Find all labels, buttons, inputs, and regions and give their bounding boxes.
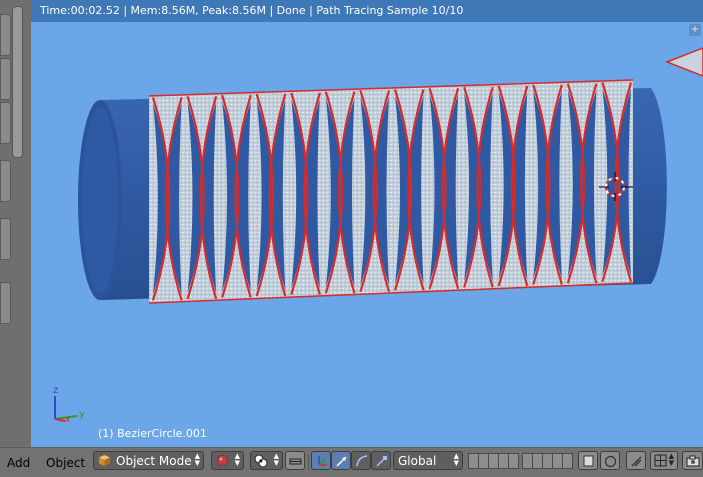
edge-object-fragment xyxy=(664,47,703,77)
cube-icon xyxy=(99,455,110,466)
updown-arrows-icon: ▲ ▼ xyxy=(234,452,240,467)
rotate-manipulator-button[interactable] xyxy=(351,451,371,470)
render-button[interactable] xyxy=(682,451,703,470)
tool-shelf-scrollbar[interactable] xyxy=(12,6,23,158)
orientation-select[interactable]: Global ▲ ▼ xyxy=(393,451,463,470)
tool-shelf-tab[interactable] xyxy=(0,160,11,202)
object-menu[interactable]: Object xyxy=(46,456,85,470)
proportional-edit-button[interactable] xyxy=(600,451,620,470)
fabric-wrap-object xyxy=(148,79,634,304)
tool-shelf-tab[interactable] xyxy=(0,218,11,260)
translate-arrow-button[interactable] xyxy=(331,451,351,470)
axis-z-label: z xyxy=(53,385,58,396)
3d-viewport[interactable]: Time:00:02.52 | Mem:8.56M, Peak:8.56M | … xyxy=(31,0,703,447)
viewport-expand-button[interactable]: + xyxy=(689,24,701,36)
camera-render-icon xyxy=(686,455,700,467)
updown-arrows-icon: ▲ ▼ xyxy=(453,452,459,467)
scale-icon xyxy=(376,456,387,467)
tool-shelf-tab[interactable] xyxy=(0,14,11,56)
axis-x-label: x xyxy=(65,415,71,425)
translate-manipulator-button[interactable] xyxy=(311,451,331,470)
lock-icon xyxy=(583,455,594,467)
manipulator-toggle-button[interactable] xyxy=(285,451,305,470)
scale-manipulator-button[interactable] xyxy=(371,451,391,470)
render-status-bar: Time:00:02.52 | Mem:8.56M, Peak:8.56M | … xyxy=(31,0,703,22)
translate-arrow-icon xyxy=(318,456,327,466)
header-separator xyxy=(308,454,309,470)
updown-arrows-icon: ▲ ▼ xyxy=(194,452,200,467)
updown-arrows-icon: ▲ ▼ xyxy=(273,452,279,467)
viewport-shading-select[interactable]: ▲ ▼ xyxy=(211,451,244,470)
axis-gizmo: z y x xyxy=(53,385,85,425)
proportional-edit-icon xyxy=(604,455,617,468)
translate-arrow-icon xyxy=(336,456,347,467)
sphere-shading-icon xyxy=(217,455,228,466)
mode-label: Object Mode xyxy=(116,454,192,468)
snap-grid-icon xyxy=(654,454,667,467)
rotate-arc-icon xyxy=(356,455,368,467)
tool-shelf-tab[interactable] xyxy=(0,58,11,100)
3d-view-header: Add Object Object Mode ▲ ▼ ▲ ▼ ▲ ▼ Globa… xyxy=(0,447,703,477)
pivot-point-icon xyxy=(254,454,268,468)
render-status-text: Time:00:02.52 | Mem:8.56M, Peak:8.56M | … xyxy=(40,4,464,17)
axis-y-label: y xyxy=(79,409,85,420)
updown-arrows-icon: ▲ ▼ xyxy=(668,452,674,467)
pivot-point-select[interactable]: ▲ ▼ xyxy=(250,451,283,470)
manipulator-toggle-icon xyxy=(289,458,302,465)
orientation-label: Global xyxy=(398,454,437,468)
rendered-scene xyxy=(78,47,703,304)
lock-to-scene-button[interactable] xyxy=(578,451,598,470)
add-menu[interactable]: Add xyxy=(7,456,30,470)
tool-shelf-tab[interactable] xyxy=(0,102,11,144)
mode-select[interactable]: Object Mode ▲ ▼ xyxy=(93,451,204,470)
active-object-label: (1) BezierCircle.001 xyxy=(98,427,207,440)
tool-shelf-tab[interactable] xyxy=(0,282,11,324)
tool-shelf-strip xyxy=(0,0,32,447)
snap-element-select[interactable]: ▲ ▼ xyxy=(650,451,678,470)
snap-toggle-button[interactable] xyxy=(626,451,646,470)
magnet-icon xyxy=(631,456,642,467)
